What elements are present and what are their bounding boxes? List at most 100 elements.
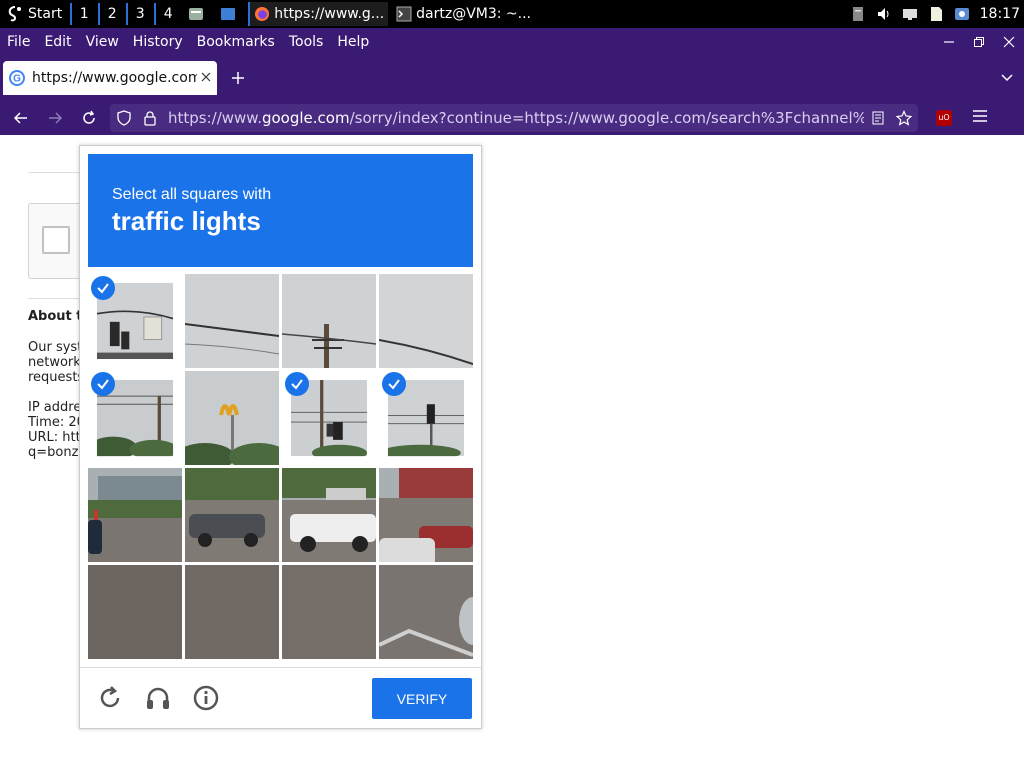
tab-google[interactable]: G https://www.google.com/	[3, 61, 217, 95]
info-icon	[193, 685, 219, 711]
reload-icon	[83, 110, 95, 124]
challenge-target: traffic lights	[112, 206, 261, 236]
minimize-button[interactable]	[934, 28, 964, 56]
window-controls	[934, 28, 1024, 56]
challenge-tile[interactable]	[185, 468, 279, 562]
taskbar-app-label: dartz@VM3: ~...	[416, 6, 532, 22]
help-info-button[interactable]	[192, 684, 220, 712]
page-text-line: Time: 20	[28, 415, 85, 430]
url-domain: google.com	[261, 108, 350, 127]
page-text-line: requests	[28, 370, 85, 385]
files-launcher[interactable]	[184, 2, 212, 26]
tab-title: https://www.google.com/	[32, 70, 197, 86]
reader-view-icon[interactable]	[870, 110, 886, 126]
tile-image	[379, 274, 473, 368]
address-bar[interactable]: https://www.google.com/sorry/index?conti…	[110, 103, 918, 132]
taskbar-app-firefox[interactable]: https://www.g...	[248, 2, 389, 26]
menu-label: Tools	[288, 34, 324, 50]
workspace-4[interactable]: 4	[154, 3, 180, 25]
menubar: File Edit View History Bookmarks Tools H…	[0, 28, 1024, 56]
challenge-tile[interactable]	[282, 565, 376, 659]
tile-selected-check-icon	[285, 372, 309, 396]
challenge-footer: VERIFY	[80, 667, 481, 729]
volume-icon[interactable]	[876, 6, 892, 22]
tile-image	[379, 565, 473, 659]
workspace-2[interactable]: 2	[98, 3, 124, 25]
headphones-icon	[147, 687, 169, 709]
list-tabs-button[interactable]	[1000, 69, 1014, 88]
network-icon[interactable]	[902, 6, 918, 22]
updates-icon[interactable]	[954, 6, 970, 22]
tile-image	[282, 565, 376, 659]
tile-selected-check-icon	[91, 372, 115, 396]
google-favicon-icon: G	[9, 70, 25, 86]
back-button[interactable]	[4, 103, 38, 133]
url-text: https://www.google.com/sorry/index?conti…	[168, 109, 864, 127]
reload-button[interactable]	[72, 103, 106, 133]
challenge-tile[interactable]	[282, 274, 376, 368]
restore-icon	[974, 37, 984, 47]
clipboard-icon[interactable]	[850, 6, 866, 22]
menu-view[interactable]: View	[79, 34, 126, 50]
challenge-instruction: Select all squares with	[112, 186, 272, 203]
url-rest: /sorry/index?continue=https://www.google…	[349, 108, 864, 127]
url-prefix: https://www.	[168, 108, 262, 127]
tile-image	[88, 468, 182, 562]
recaptcha-checkbox[interactable]	[42, 226, 70, 254]
desktop-launcher[interactable]	[216, 2, 244, 26]
menu-history[interactable]: History	[126, 34, 190, 50]
audio-challenge-button[interactable]	[144, 684, 172, 712]
menu-file[interactable]: File	[0, 34, 37, 50]
bookmark-star-icon[interactable]	[896, 109, 912, 126]
tile-selected-check-icon	[91, 276, 115, 300]
reload-icon	[100, 686, 120, 708]
challenge-tile[interactable]	[185, 274, 279, 368]
file-manager-icon	[189, 8, 204, 20]
ublock-origin-icon[interactable]: uO	[936, 109, 952, 126]
app-menu-button[interactable]	[972, 108, 988, 127]
reload-challenge-button[interactable]	[96, 684, 124, 712]
challenge-tile[interactable]	[379, 565, 473, 659]
start-icon	[8, 6, 21, 22]
shield-icon[interactable]	[116, 109, 132, 126]
menu-label: History	[132, 34, 183, 50]
challenge-tile[interactable]	[88, 565, 182, 659]
start-button[interactable]: Start	[0, 0, 68, 28]
menu-edit[interactable]: Edit	[37, 34, 78, 50]
plus-icon	[232, 72, 244, 84]
notes-icon[interactable]	[928, 6, 944, 22]
challenge-tile[interactable]	[379, 274, 473, 368]
workspace-switcher: 1 2 3 4	[68, 3, 180, 25]
challenge-tile[interactable]	[185, 371, 279, 465]
navigation-toolbar: https://www.google.com/sorry/index?conti…	[0, 100, 1024, 135]
challenge-tile[interactable]	[185, 565, 279, 659]
svg-text:G: G	[13, 74, 21, 85]
lock-icon[interactable]	[142, 110, 158, 126]
new-tab-button[interactable]	[231, 66, 245, 90]
close-icon	[201, 72, 211, 82]
tile-image	[185, 565, 279, 659]
challenge-tile[interactable]	[88, 468, 182, 562]
workspace-1[interactable]: 1	[70, 3, 96, 25]
verify-button[interactable]: VERIFY	[372, 678, 472, 719]
hamburger-menu-icon	[973, 110, 987, 122]
challenge-header: Select all squares with traffic lights	[88, 154, 473, 267]
menu-label: File	[7, 34, 31, 50]
workspace-3[interactable]: 3	[126, 3, 152, 25]
taskbar-app-terminal[interactable]: dartz@VM3: ~...	[392, 2, 535, 26]
page-text-line: network.	[28, 355, 85, 370]
forward-button[interactable]	[38, 103, 72, 133]
menu-label: View	[85, 34, 119, 50]
challenge-tile[interactable]	[282, 468, 376, 562]
menu-label: Edit	[44, 34, 72, 50]
menu-tools[interactable]: Tools	[282, 34, 331, 50]
tab-close-button[interactable]	[201, 70, 211, 86]
close-window-button[interactable]	[994, 28, 1024, 56]
menu-bookmarks[interactable]: Bookmarks	[190, 34, 282, 50]
restore-button[interactable]	[964, 28, 994, 56]
challenge-tile[interactable]	[379, 468, 473, 562]
chevron-down-icon	[1001, 73, 1013, 81]
tile-image	[88, 565, 182, 659]
menu-help[interactable]: Help	[330, 34, 376, 50]
close-icon	[1003, 36, 1015, 48]
